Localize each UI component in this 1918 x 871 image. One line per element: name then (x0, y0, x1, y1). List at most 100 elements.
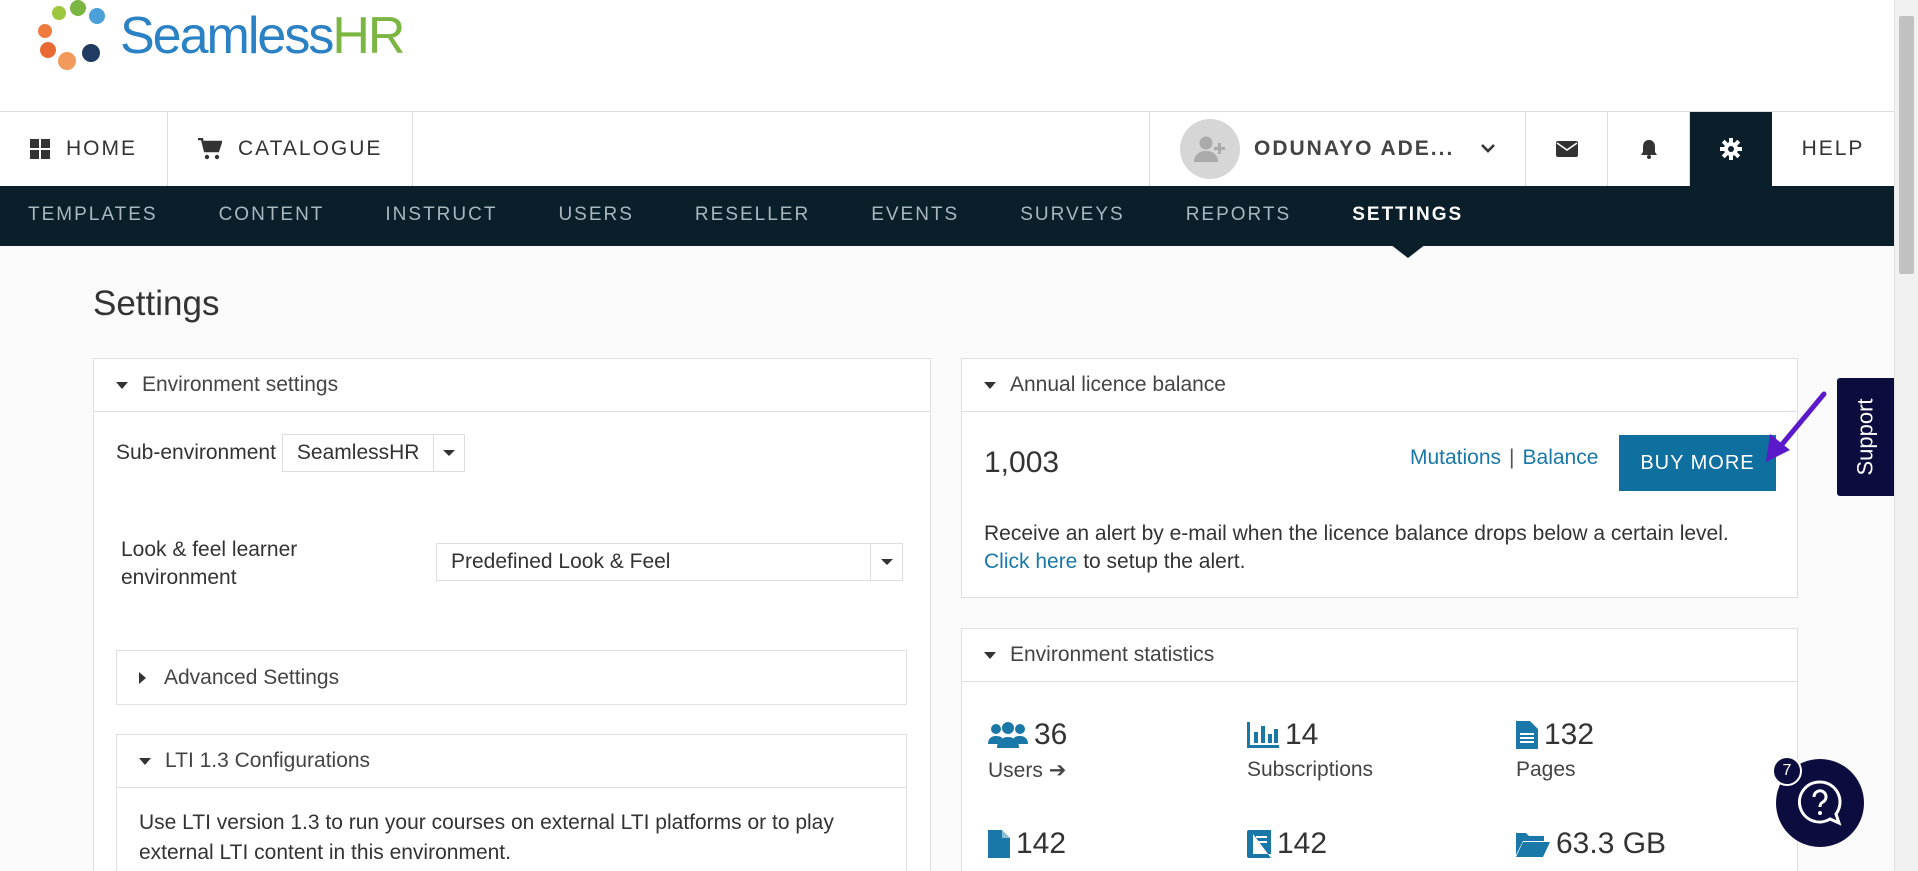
question-chat-icon (1798, 780, 1842, 826)
environment-statistics-header[interactable]: Environment statistics (962, 629, 1797, 682)
notifications-button[interactable] (1608, 112, 1690, 186)
mutations-link[interactable]: Mutations (1410, 446, 1501, 470)
look-feel-value: Predefined Look & Feel (451, 550, 671, 573)
balance-link[interactable]: Balance (1523, 446, 1599, 470)
expand-caret-icon (139, 671, 146, 684)
licence-balance-title: Annual licence balance (1010, 373, 1226, 396)
page-scrollbar[interactable] (1894, 0, 1918, 871)
licence-balance-header[interactable]: Annual licence balance (962, 359, 1797, 412)
tab-content[interactable]: CONTENT (219, 186, 325, 246)
folder-open-icon (1516, 833, 1550, 857)
sub-environment-row: Sub-environment SeamlessHR (116, 434, 465, 472)
stat-pages: 132 Pages (1516, 718, 1594, 782)
tab-surveys[interactable]: SURVEYS (1020, 186, 1124, 246)
click-here-link[interactable]: Click here (984, 550, 1077, 573)
avatar (1180, 119, 1240, 179)
user-menu[interactable]: ODUNAYO ADE... (1150, 112, 1526, 186)
messages-button[interactable] (1526, 112, 1608, 186)
dropdown-arrow-icon (870, 544, 902, 580)
bell-icon (1640, 140, 1657, 159)
stat-subscriptions: 14 Subscriptions (1247, 718, 1373, 782)
collapse-caret-icon (139, 757, 151, 765)
users-link[interactable]: Users ➔ (988, 758, 1067, 783)
documents-count: 142 (1016, 827, 1067, 860)
alert-text-1: Receive an alert by e-mail when the lice… (984, 522, 1729, 545)
look-feel-label-text: Look & feel learner environment (121, 538, 298, 589)
support-tab[interactable]: Support (1837, 378, 1894, 496)
tab-settings[interactable]: SETTINGS (1352, 186, 1463, 258)
bar-chart-icon (1247, 722, 1279, 748)
sub-environment-select[interactable]: SeamlessHR (281, 434, 465, 472)
collapse-caret-icon (984, 651, 996, 659)
environment-settings-header[interactable]: Environment settings (94, 359, 930, 412)
logo-dots-icon (36, 0, 112, 72)
chevron-down-icon (1481, 144, 1495, 153)
stat-books: 142 (1247, 827, 1327, 861)
subscriptions-label: Subscriptions (1247, 758, 1374, 781)
lti-config-title: LTI 1.3 Configurations (165, 749, 371, 772)
look-feel-label: Look & feel learner environment (121, 536, 351, 592)
tab-templates[interactable]: TEMPLATES (28, 186, 158, 246)
stat-storage: 63.3 GB (1516, 827, 1666, 861)
tab-instruct[interactable]: INSTRUCT (385, 186, 497, 246)
users-count: 36 (1034, 718, 1068, 751)
add-user-icon (1194, 136, 1225, 162)
books-count: 142 (1277, 827, 1328, 860)
storage-size: 63.3 GB (1556, 827, 1667, 860)
alert-text-2: to setup the alert. (1077, 550, 1246, 573)
stat-users: 36 Users ➔ (988, 718, 1067, 783)
licence-links: Mutations | Balance (1410, 446, 1598, 470)
sub-environment-label: Sub-environment (116, 441, 276, 464)
support-label: Support (1852, 398, 1878, 476)
brand-wordmark: SeamlessHR (120, 7, 405, 65)
users-icon (988, 722, 1028, 748)
link-separator: | (1509, 446, 1515, 469)
book-icon (1247, 830, 1271, 858)
advanced-settings-title: Advanced Settings (164, 665, 340, 689)
cart-icon (198, 138, 222, 160)
stat-documents: 142 (988, 827, 1066, 861)
pages-label: Pages (1516, 758, 1576, 781)
tab-reseller[interactable]: RESELLER (695, 186, 810, 246)
file-icon (988, 830, 1010, 858)
tab-events[interactable]: EVENTS (871, 186, 959, 246)
buy-more-button[interactable]: BUY MORE (1619, 435, 1776, 491)
licence-balance-value: 1,003 (984, 446, 1060, 479)
page-icon (1516, 721, 1538, 749)
licence-alert-text: Receive an alert by e-mail when the lice… (984, 520, 1784, 576)
tab-users[interactable]: USERS (558, 186, 633, 246)
lti-config-panel: LTI 1.3 Configurations Use LTI version 1… (116, 734, 907, 871)
environment-statistics-panel: Environment statistics (961, 628, 1798, 871)
sub-navigation: TEMPLATES CONTENT INSTRUCT USERS RESELLE… (0, 186, 1894, 258)
subscriptions-count: 14 (1285, 718, 1319, 751)
collapse-caret-icon (116, 381, 128, 389)
nav-catalogue-label: CATALOGUE (238, 137, 383, 160)
brand-logo[interactable]: SeamlessHR (36, 0, 405, 72)
grid-icon (30, 139, 50, 159)
envelope-icon (1555, 141, 1578, 157)
lti-description: Use LTI version 1.3 to run your courses … (139, 811, 834, 864)
help-link[interactable]: HELP (1772, 112, 1894, 186)
advanced-settings-panel[interactable]: Advanced Settings (116, 650, 907, 705)
lti-config-header[interactable]: LTI 1.3 Configurations (117, 735, 906, 788)
environment-statistics-title: Environment statistics (1010, 643, 1215, 666)
nav-spacer (413, 112, 1150, 186)
nav-home-label: HOME (66, 137, 137, 160)
look-feel-select[interactable]: Predefined Look & Feel (436, 543, 903, 581)
page-title: Settings (93, 284, 220, 323)
scrollbar-thumb[interactable] (1899, 16, 1914, 274)
header-logo-bar: SeamlessHR (0, 0, 1894, 111)
nav-home[interactable]: HOME (0, 112, 168, 186)
dropdown-arrow-icon (433, 435, 463, 471)
top-navigation: HOME CATALOGUE ODUNAYO ADE... HELP (0, 111, 1894, 186)
gear-icon (1720, 138, 1742, 160)
annotation-arrow-icon (1766, 391, 1827, 462)
arrow-right-icon: ➔ (1048, 759, 1067, 782)
notification-badge: 7 (1772, 756, 1802, 786)
tab-reports[interactable]: REPORTS (1186, 186, 1292, 246)
active-tab-caret (1389, 244, 1426, 258)
advanced-settings-header: Advanced Settings (117, 651, 906, 704)
nav-catalogue[interactable]: CATALOGUE (168, 112, 414, 186)
user-name: ODUNAYO ADE... (1254, 137, 1455, 160)
settings-button[interactable] (1690, 112, 1772, 186)
